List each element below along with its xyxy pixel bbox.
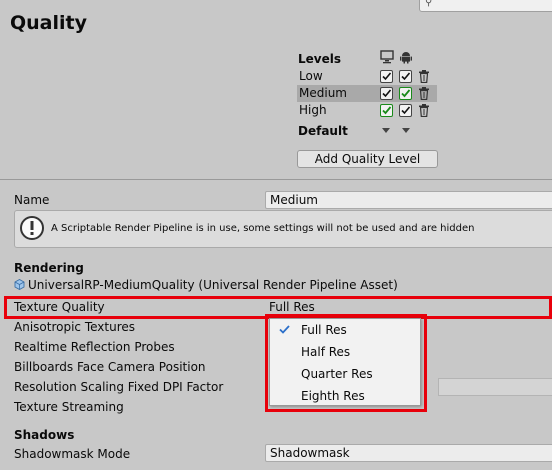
level-row-low[interactable]: Low: [297, 68, 437, 85]
menu-item-label: Half Res: [301, 345, 351, 359]
android-checkbox[interactable]: [399, 87, 412, 100]
name-label: Name: [14, 193, 50, 207]
menu-item-quarter-res[interactable]: Quarter Res: [270, 363, 420, 385]
search-field[interactable]: ⚲: [419, 0, 552, 12]
realtime-reflection-probes-label: Realtime Reflection Probes: [14, 340, 175, 354]
info-icon: [20, 216, 44, 240]
name-field[interactable]: Medium: [265, 191, 552, 209]
menu-item-full-res[interactable]: Full Res: [270, 319, 420, 341]
pipeline-asset-name: UniversalRP-MediumQuality (Universal Ren…: [28, 278, 398, 292]
level-row-high[interactable]: High: [297, 102, 437, 119]
help-text: A Scriptable Render Pipeline is in use, …: [51, 223, 475, 234]
level-name: High: [299, 103, 327, 117]
trash-icon[interactable]: [418, 70, 430, 83]
billboards-face-camera-label: Billboards Face Camera Position: [14, 360, 206, 374]
pc-checkbox[interactable]: [380, 70, 393, 83]
trash-icon[interactable]: [418, 104, 430, 117]
level-name: Medium: [299, 86, 347, 100]
add-quality-level-button[interactable]: Add Quality Level: [297, 150, 438, 168]
help-box: A Scriptable Render Pipeline is in use, …: [14, 210, 552, 248]
page-title: Quality: [10, 12, 87, 34]
menu-item-eighth-res[interactable]: Eighth Res: [270, 385, 420, 407]
divider: [0, 179, 552, 180]
android-checkbox[interactable]: [399, 104, 412, 117]
trash-icon[interactable]: [418, 87, 430, 100]
texture-streaming-label: Texture Streaming: [14, 400, 124, 414]
levels-header: Levels: [298, 52, 342, 66]
shadows-header: Shadows: [14, 428, 75, 442]
rendering-header: Rendering: [14, 261, 84, 275]
pc-default-dropdown-icon[interactable]: [382, 128, 390, 133]
level-name: Low: [299, 69, 323, 83]
check-icon: [279, 325, 290, 334]
resolution-scaling-label: Resolution Scaling Fixed DPI Factor: [14, 380, 224, 394]
level-row-medium[interactable]: Medium: [297, 85, 437, 102]
monitor-icon: [380, 50, 394, 64]
anisotropic-textures-label: Anisotropic Textures: [14, 320, 136, 334]
pc-checkbox[interactable]: [380, 87, 393, 100]
texture-quality-label: Texture Quality: [14, 300, 105, 314]
shadowmask-mode-value: Shadowmask: [270, 446, 350, 460]
android-default-dropdown-icon[interactable]: [402, 128, 410, 133]
android-checkbox[interactable]: [399, 70, 412, 83]
android-icon: [400, 52, 412, 64]
pc-checkbox[interactable]: [380, 104, 393, 117]
shadowmask-mode-dropdown[interactable]: Shadowmask: [265, 444, 552, 462]
default-label: Default: [298, 124, 348, 138]
menu-item-label: Quarter Res: [301, 367, 373, 381]
texture-quality-dropdown[interactable]: Full Res Half Res Quarter Res Eighth Res: [269, 318, 421, 406]
texture-quality-value[interactable]: Full Res: [269, 300, 315, 314]
menu-item-half-res[interactable]: Half Res: [270, 341, 420, 363]
menu-item-label: Eighth Res: [301, 389, 365, 403]
search-icon: ⚲: [425, 0, 433, 8]
name-value: Medium: [270, 193, 318, 207]
menu-item-label: Full Res: [301, 323, 347, 337]
resolution-scaling-field[interactable]: [438, 378, 552, 396]
asset-icon: [14, 279, 25, 290]
shadowmask-mode-label: Shadowmask Mode: [14, 447, 131, 461]
